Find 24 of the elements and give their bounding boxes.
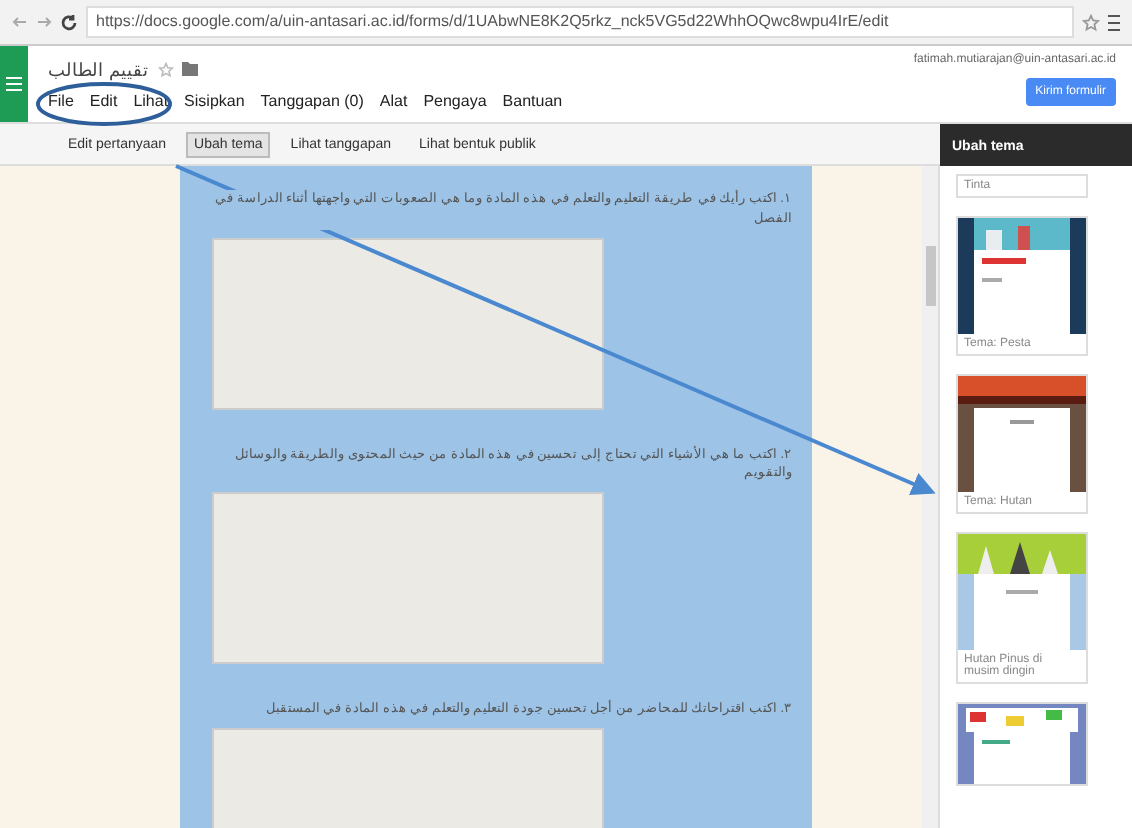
menu-icon[interactable] (1108, 13, 1120, 31)
menu-item[interactable]: Bantuan (502, 91, 563, 109)
forms-logo[interactable] (0, 46, 28, 122)
menu-item[interactable]: Edit (89, 91, 118, 109)
answer-box[interactable] (212, 492, 604, 664)
address-field[interactable]: https://docs.google.com/a/uin-antasari.ac.id/forms/d/1UAbwNE8K2Q5rkz_nck5VG5d22WhhOQwc8wpu4IrE/edit (86, 6, 1074, 38)
back-icon[interactable] (12, 14, 28, 30)
menu-item[interactable]: Tanggapan (0) (260, 91, 364, 109)
folder-icon[interactable] (181, 62, 198, 76)
menu-item[interactable]: Alat (379, 91, 408, 109)
star-icon[interactable] (1082, 13, 1100, 31)
menu-item[interactable]: Sisipkan (184, 91, 245, 109)
forward-icon[interactable] (36, 14, 52, 30)
menu-item[interactable]: Pengaya (423, 91, 487, 109)
scrollbar-thumb[interactable] (925, 246, 935, 306)
star-icon[interactable] (157, 61, 174, 77)
reload-icon[interactable] (60, 13, 78, 31)
theme-card[interactable] (956, 702, 1088, 786)
highlight-circle (36, 82, 172, 126)
answer-box[interactable] (212, 237, 604, 409)
menu-item[interactable]: Lihat (133, 91, 169, 109)
menu-item[interactable]: File (48, 91, 74, 109)
form-title[interactable]: تقييم الطالب (48, 59, 150, 79)
list-icon (6, 76, 22, 92)
